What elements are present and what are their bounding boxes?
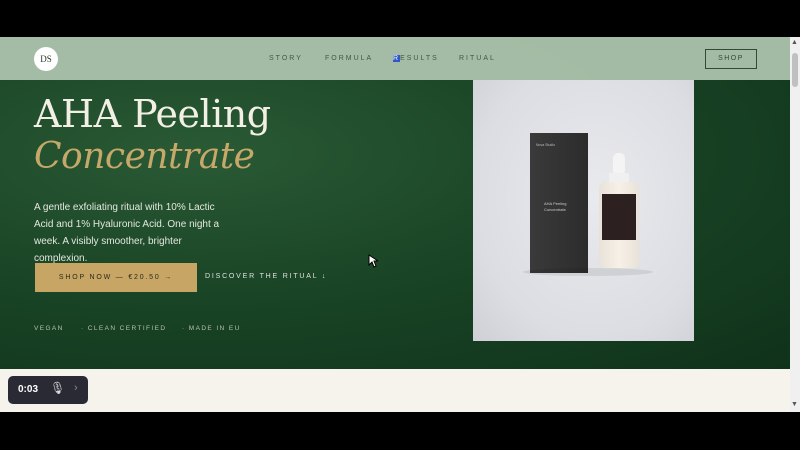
shop-button[interactable]: SHOP — [705, 49, 757, 69]
nav-results[interactable]: RESULTS — [393, 55, 439, 62]
discover-ritual-link[interactable]: DISCOVER THE RITUAL ↓ — [205, 273, 327, 280]
nav-results-rest: ESULTS — [400, 55, 439, 62]
product-shadow — [523, 268, 653, 276]
brand-logo[interactable]: DS — [34, 47, 58, 71]
scrollbar-thumb[interactable] — [792, 53, 798, 87]
video-time: 0:03 — [18, 384, 39, 395]
scroll-up-icon[interactable]: ▲ — [791, 39, 798, 46]
box-brand: Nova Studio — [536, 143, 556, 147]
badge-clean-certified: · CLEAN CERTIFIED — [81, 325, 167, 332]
box-name: AHA Peeling Concentrate — [544, 201, 567, 212]
mouse-cursor-icon — [368, 254, 378, 268]
bottle-label — [602, 194, 636, 240]
badge-vegan: VEGAN — [34, 325, 64, 332]
nav-story[interactable]: STORY — [269, 55, 303, 62]
hero-section: AHA Peeling Concentrate A gentle exfolia… — [0, 37, 790, 369]
serum-bottle — [599, 182, 639, 268]
top-nav: DS STORY FORMULA RESULTS RITUAL SHOP — [0, 37, 790, 80]
hero-description: A gentle exfoliating ritual with 10% Lac… — [34, 202, 220, 264]
bottle-neck — [609, 173, 629, 182]
shop-now-button[interactable]: SHOP NOW — €20.50 → — [35, 263, 197, 292]
hero-title-line1: AHA Peeling — [34, 92, 271, 136]
dropper-cap — [613, 153, 625, 173]
chevron-right-icon[interactable]: › — [74, 382, 78, 394]
nav-formula[interactable]: FORMULA — [325, 55, 373, 62]
page-viewport: AHA Peeling Concentrate A gentle exfolia… — [0, 37, 790, 412]
mic-muted-icon[interactable]: 🎙 — [50, 381, 65, 395]
badge-made-in-eu: · MADE IN EU — [182, 325, 241, 332]
scroll-down-icon[interactable]: ▼ — [791, 401, 798, 408]
product-box: Nova Studio AHA Peeling Concentrate — [530, 133, 588, 273]
nav-ritual[interactable]: RITUAL — [459, 55, 496, 62]
nav-results-highlight: R — [393, 55, 401, 62]
next-section — [0, 369, 790, 412]
video-control-pill[interactable]: 0:03 🎙 › — [8, 376, 88, 404]
hero-title-line2: Concentrate — [34, 136, 255, 177]
product-image: Nova Studio AHA Peeling Concentrate — [473, 80, 694, 341]
vertical-scrollbar[interactable]: ▲ ▼ — [790, 37, 800, 412]
